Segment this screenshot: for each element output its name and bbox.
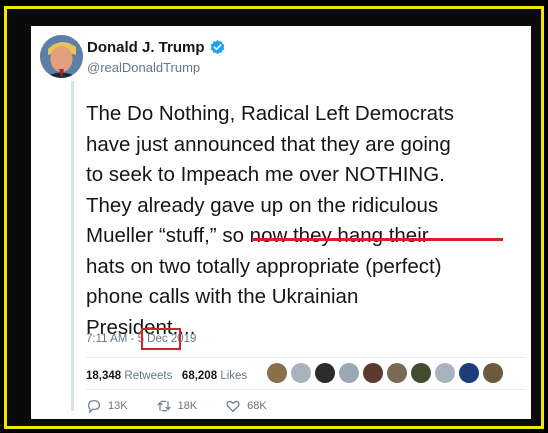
- avatar-icon[interactable]: [267, 363, 287, 383]
- reply-count: 13K: [108, 400, 128, 412]
- avatar-icon: [40, 35, 83, 78]
- thread-line: [71, 81, 74, 411]
- avatar-icon[interactable]: [483, 363, 503, 383]
- reply-button[interactable]: 13K: [86, 398, 128, 414]
- author-avatar[interactable]: [40, 35, 83, 78]
- avatar-icon[interactable]: [459, 363, 479, 383]
- reply-icon: [88, 400, 100, 414]
- verified-badge-icon: [210, 40, 224, 55]
- retweet-icon: [156, 400, 171, 412]
- author-handle[interactable]: @realDonaldTrump: [87, 60, 200, 75]
- red-underline-annotation: [252, 238, 503, 241]
- heart-icon: [226, 400, 240, 413]
- red-box-annotation: [141, 328, 181, 350]
- likes-count[interactable]: 68,208: [182, 370, 217, 382]
- engagement-stats: 18,348 Retweets 68,208 Likes: [86, 370, 247, 382]
- author-name[interactable]: Donald J. Trump: [87, 39, 205, 56]
- avatar-icon[interactable]: [363, 363, 383, 383]
- tweet-line: Mueller “stuff,” so now they hang their: [86, 224, 429, 247]
- avatar-icon[interactable]: [435, 363, 455, 383]
- divider: [86, 357, 526, 358]
- date-separator: -: [127, 333, 138, 345]
- tweet-card[interactable]: Donald J. Trump @realDonaldTrump The Do …: [31, 26, 531, 419]
- image-frame: Donald J. Trump @realDonaldTrump The Do …: [4, 6, 544, 429]
- retweet-count: 18K: [177, 400, 198, 412]
- avatar-icon[interactable]: [387, 363, 407, 383]
- tweet-line: phone calls with the Ukrainian: [86, 285, 359, 308]
- retweet-button[interactable]: 18K: [156, 398, 198, 414]
- retweets-count[interactable]: 18,348: [86, 370, 121, 382]
- tweet-line: hats on two totally appropriate (perfect…: [86, 254, 442, 278]
- like-count: 68K: [247, 400, 267, 412]
- tweet-line: They already gave up on the ridiculous: [86, 193, 439, 217]
- tweet-body: The Do Nothing, Radical Left Democrats h…: [86, 99, 531, 343]
- tweet-actions: 13K 18K 68K: [86, 398, 267, 414]
- avatar-icon[interactable]: [291, 363, 311, 383]
- divider: [86, 389, 526, 390]
- tweet-time: 7:11 AM: [86, 333, 128, 345]
- retweets-label[interactable]: Retweets: [124, 370, 172, 382]
- liker-avatars: [267, 363, 503, 383]
- tweet-line: to seek to Impeach me over NOTHING.: [86, 163, 445, 186]
- avatar-icon[interactable]: [411, 363, 431, 383]
- tweet-line: have just announced that they are going: [86, 132, 451, 156]
- tweet-line: The Do Nothing, Radical Left Democrats: [86, 102, 455, 125]
- avatar-icon[interactable]: [339, 363, 359, 383]
- like-button[interactable]: 68K: [225, 398, 267, 414]
- avatar-icon[interactable]: [315, 363, 335, 383]
- likes-label[interactable]: Likes: [220, 370, 247, 382]
